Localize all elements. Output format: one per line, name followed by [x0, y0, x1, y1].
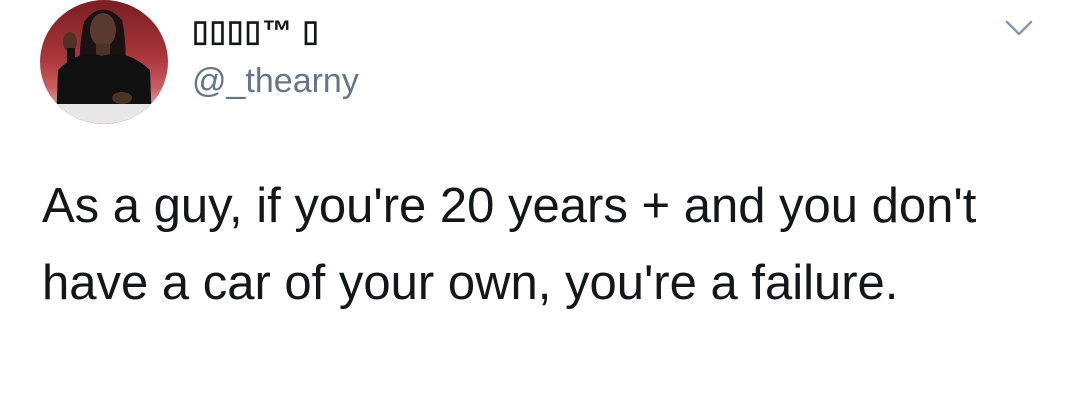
avatar[interactable] [40, 0, 168, 124]
display-name[interactable]: ▯▯▯▯™ ▯ [192, 14, 320, 49]
tweet-text: As a guy, if you're 20 years + and you d… [42, 179, 977, 310]
tweet-card: ▯▯▯▯™ ▯ @_thearny As a guy, if you're 20… [0, 0, 1080, 400]
profile-photo [40, 9, 168, 124]
chevron-down-icon[interactable] [1002, 14, 1036, 40]
username-handle[interactable]: @_thearny [192, 62, 359, 101]
